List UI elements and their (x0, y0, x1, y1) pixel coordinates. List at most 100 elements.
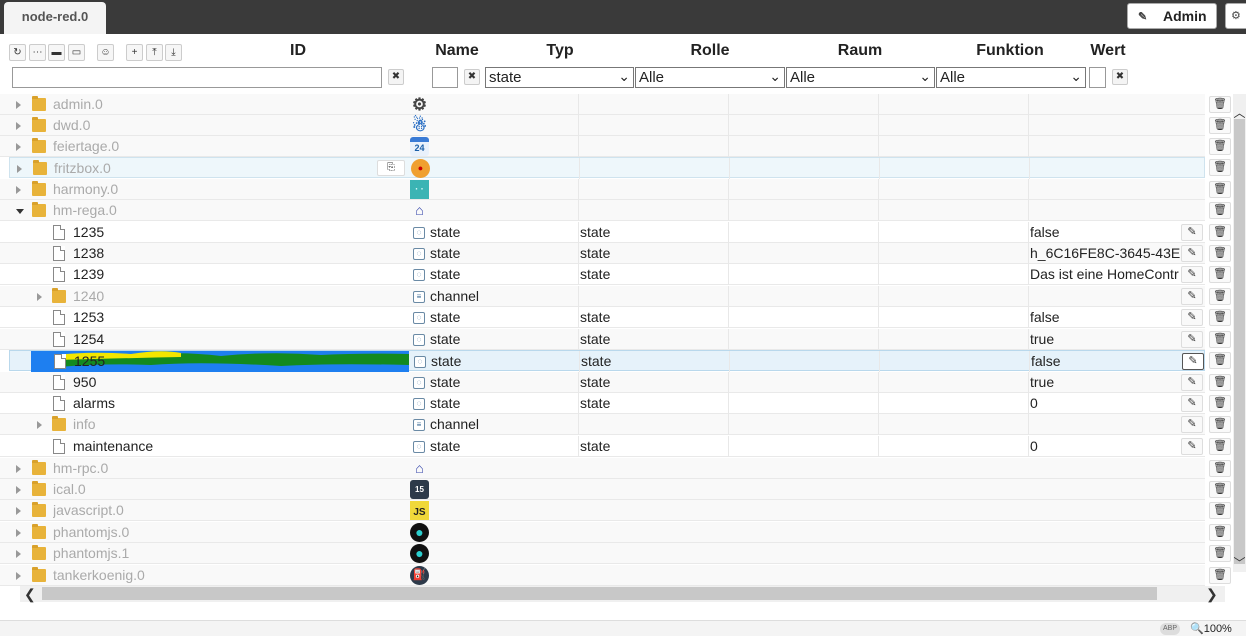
collapse-button[interactable]: ⋯ (29, 44, 46, 61)
tree-row-harmony[interactable]: harmony.0 · · (0, 179, 1205, 200)
edit-button[interactable]: ✎ (1181, 395, 1203, 412)
type-filter-select[interactable]: state ⌄ (485, 67, 634, 88)
delete-button[interactable]: 🗑 (1209, 460, 1231, 477)
delete-button[interactable]: 🗑 (1209, 202, 1231, 219)
id-filter-input[interactable] (12, 67, 382, 88)
tree-row-fritzbox[interactable]: fritzbox.0 ⎘ ● (9, 157, 1205, 179)
expand-icon[interactable] (16, 143, 21, 151)
tree-row-1253[interactable]: 1253 ◌ state state false ✎ (0, 307, 1205, 328)
expand-icon[interactable] (16, 550, 21, 558)
admin-button[interactable]: ✎ Admin (1127, 3, 1217, 29)
edit-button[interactable]: ✎ (1181, 266, 1203, 283)
tree-row-phantomjs-0[interactable]: phantomjs.0 ● (0, 522, 1205, 543)
delete-button[interactable]: 🗑 (1209, 138, 1231, 155)
edit-button[interactable]: ✎ (1181, 288, 1203, 305)
edit-button[interactable]: ✎ (1181, 438, 1203, 455)
tree-row-hm-rega[interactable]: hm-rega.0 ⌂ (0, 200, 1205, 221)
expand-icon[interactable] (37, 293, 42, 301)
delete-button[interactable]: 🗑 (1209, 266, 1231, 283)
expand-icon[interactable] (16, 465, 21, 473)
role-filter-select[interactable]: Alle ⌄ (635, 67, 785, 88)
expand-icon[interactable] (16, 101, 21, 109)
tab-node-red[interactable]: node-red.0 (4, 2, 106, 34)
delete-button[interactable]: 🗑 (1209, 96, 1231, 113)
delete-button[interactable]: 🗑 (1209, 288, 1231, 305)
column-header-name[interactable]: Name (425, 42, 489, 60)
tree-row-maintenance[interactable]: maintenance ◌ state state 0 ✎ (0, 436, 1205, 457)
horizontal-scroll-thumb[interactable] (42, 587, 1157, 600)
expand-icon[interactable] (16, 122, 21, 130)
tree-row-1255[interactable]: 1255 ◌ state state false ✎ (9, 350, 1205, 372)
upload-button[interactable]: ⤒ (146, 44, 163, 61)
tree-row-ical[interactable]: ical.0 15 (0, 479, 1205, 500)
tree-row-1235[interactable]: 1235 ◌ state state false ✎ (0, 222, 1205, 243)
name-filter-input[interactable] (432, 67, 458, 88)
room-filter-select[interactable]: Alle ⌄ (786, 67, 935, 88)
edit-button[interactable]: ✎ (1181, 416, 1203, 433)
tree-row-alarms[interactable]: alarms ◌ state state 0 ✎ (0, 393, 1205, 414)
download-button[interactable]: ⤓ (165, 44, 182, 61)
add-button[interactable]: + (126, 44, 143, 61)
delete-button[interactable]: 🗑 (1209, 331, 1231, 348)
delete-button[interactable]: 🗑 (1209, 545, 1231, 562)
horizontal-scrollbar[interactable]: ❮ ❯ (20, 586, 1225, 602)
tree-row-javascript[interactable]: javascript.0 JS (0, 500, 1205, 521)
settings-button[interactable]: ⚙ (1225, 3, 1246, 29)
delete-button[interactable]: 🗑 (1209, 502, 1231, 519)
vertical-scroll-thumb[interactable] (1234, 119, 1245, 564)
expand-icon[interactable] (17, 165, 22, 173)
column-header-id[interactable]: ID (270, 42, 326, 60)
folder-open-button[interactable]: ▭ (68, 44, 85, 61)
tree-row-tankerkoenig[interactable]: tankerkoenig.0 ⛽ (0, 565, 1205, 586)
collapse-icon[interactable] (16, 209, 24, 214)
column-header-value[interactable]: Wert (1080, 42, 1136, 60)
tree-row-feiertage[interactable]: feiertage.0 24 (0, 136, 1205, 157)
delete-button[interactable]: 🗑 (1209, 352, 1231, 369)
expand-icon[interactable] (16, 486, 21, 494)
function-filter-select[interactable]: Alle ⌄ (936, 67, 1086, 88)
delete-button[interactable]: 🗑 (1209, 159, 1231, 176)
column-header-function[interactable]: Funktion (965, 42, 1055, 60)
scroll-down-icon[interactable]: ﹀ (1233, 556, 1246, 570)
delete-button[interactable]: 🗑 (1209, 481, 1231, 498)
scroll-up-icon[interactable]: ︿ (1233, 106, 1246, 120)
user-button[interactable]: ☺ (97, 44, 114, 61)
delete-button[interactable]: 🗑 (1209, 245, 1231, 262)
delete-button[interactable]: 🗑 (1209, 374, 1231, 391)
tree-row-950[interactable]: 950 ◌ state state true ✎ (0, 372, 1205, 393)
edit-button[interactable]: ✎ (1181, 245, 1203, 262)
tree-row-1239[interactable]: 1239 ◌ state state Das ist eine HomeCont… (0, 264, 1205, 285)
delete-button[interactable]: 🗑 (1209, 524, 1231, 541)
scroll-left-icon[interactable]: ❮ (24, 586, 36, 602)
scroll-right-icon[interactable]: ❯ (1206, 586, 1218, 602)
edit-button[interactable]: ✎ (1181, 224, 1203, 241)
column-header-role[interactable]: Rolle (675, 42, 745, 60)
tree-row-info[interactable]: info ≡ channel ✎ (0, 414, 1205, 435)
paste-button[interactable]: ⎘ (377, 160, 405, 176)
expand-icon[interactable] (16, 529, 21, 537)
tree-row-1238[interactable]: 1238 ◌ state state h_6C16FE8C-3645-43E ✎ (0, 243, 1205, 264)
vertical-scrollbar[interactable]: ︿ ﹀ (1233, 94, 1246, 572)
edit-button[interactable]: ✎ (1181, 309, 1203, 326)
tree-row-admin[interactable]: admin.0 ⚙ (0, 94, 1205, 115)
expand-icon[interactable] (16, 186, 21, 194)
delete-button[interactable]: 🗑 (1209, 181, 1231, 198)
tree-row-1240[interactable]: 1240 ≡ channel ✎ (0, 286, 1205, 307)
column-header-type[interactable]: Typ (530, 42, 590, 60)
delete-button[interactable]: 🗑 (1209, 438, 1231, 455)
tree-row-phantomjs-1[interactable]: phantomjs.1 ● (0, 543, 1205, 564)
folder-button[interactable]: ▬ (48, 44, 65, 61)
edit-button[interactable]: ✎ (1182, 353, 1204, 370)
delete-button[interactable]: 🗑 (1209, 117, 1231, 134)
clear-value-filter-button[interactable]: ✖ (1112, 69, 1128, 85)
delete-button[interactable]: 🗑 (1209, 395, 1231, 412)
tree-row-1254[interactable]: 1254 ◌ state state true ✎ (0, 329, 1205, 350)
expand-icon[interactable] (37, 421, 42, 429)
delete-button[interactable]: 🗑 (1209, 309, 1231, 326)
edit-button[interactable]: ✎ (1181, 374, 1203, 391)
clear-id-filter-button[interactable]: ✖ (388, 69, 404, 85)
delete-button[interactable]: 🗑 (1209, 416, 1231, 433)
expand-icon[interactable] (16, 572, 21, 580)
refresh-button[interactable]: ↻ (9, 44, 26, 61)
clear-name-filter-button[interactable]: ✖ (464, 69, 480, 85)
